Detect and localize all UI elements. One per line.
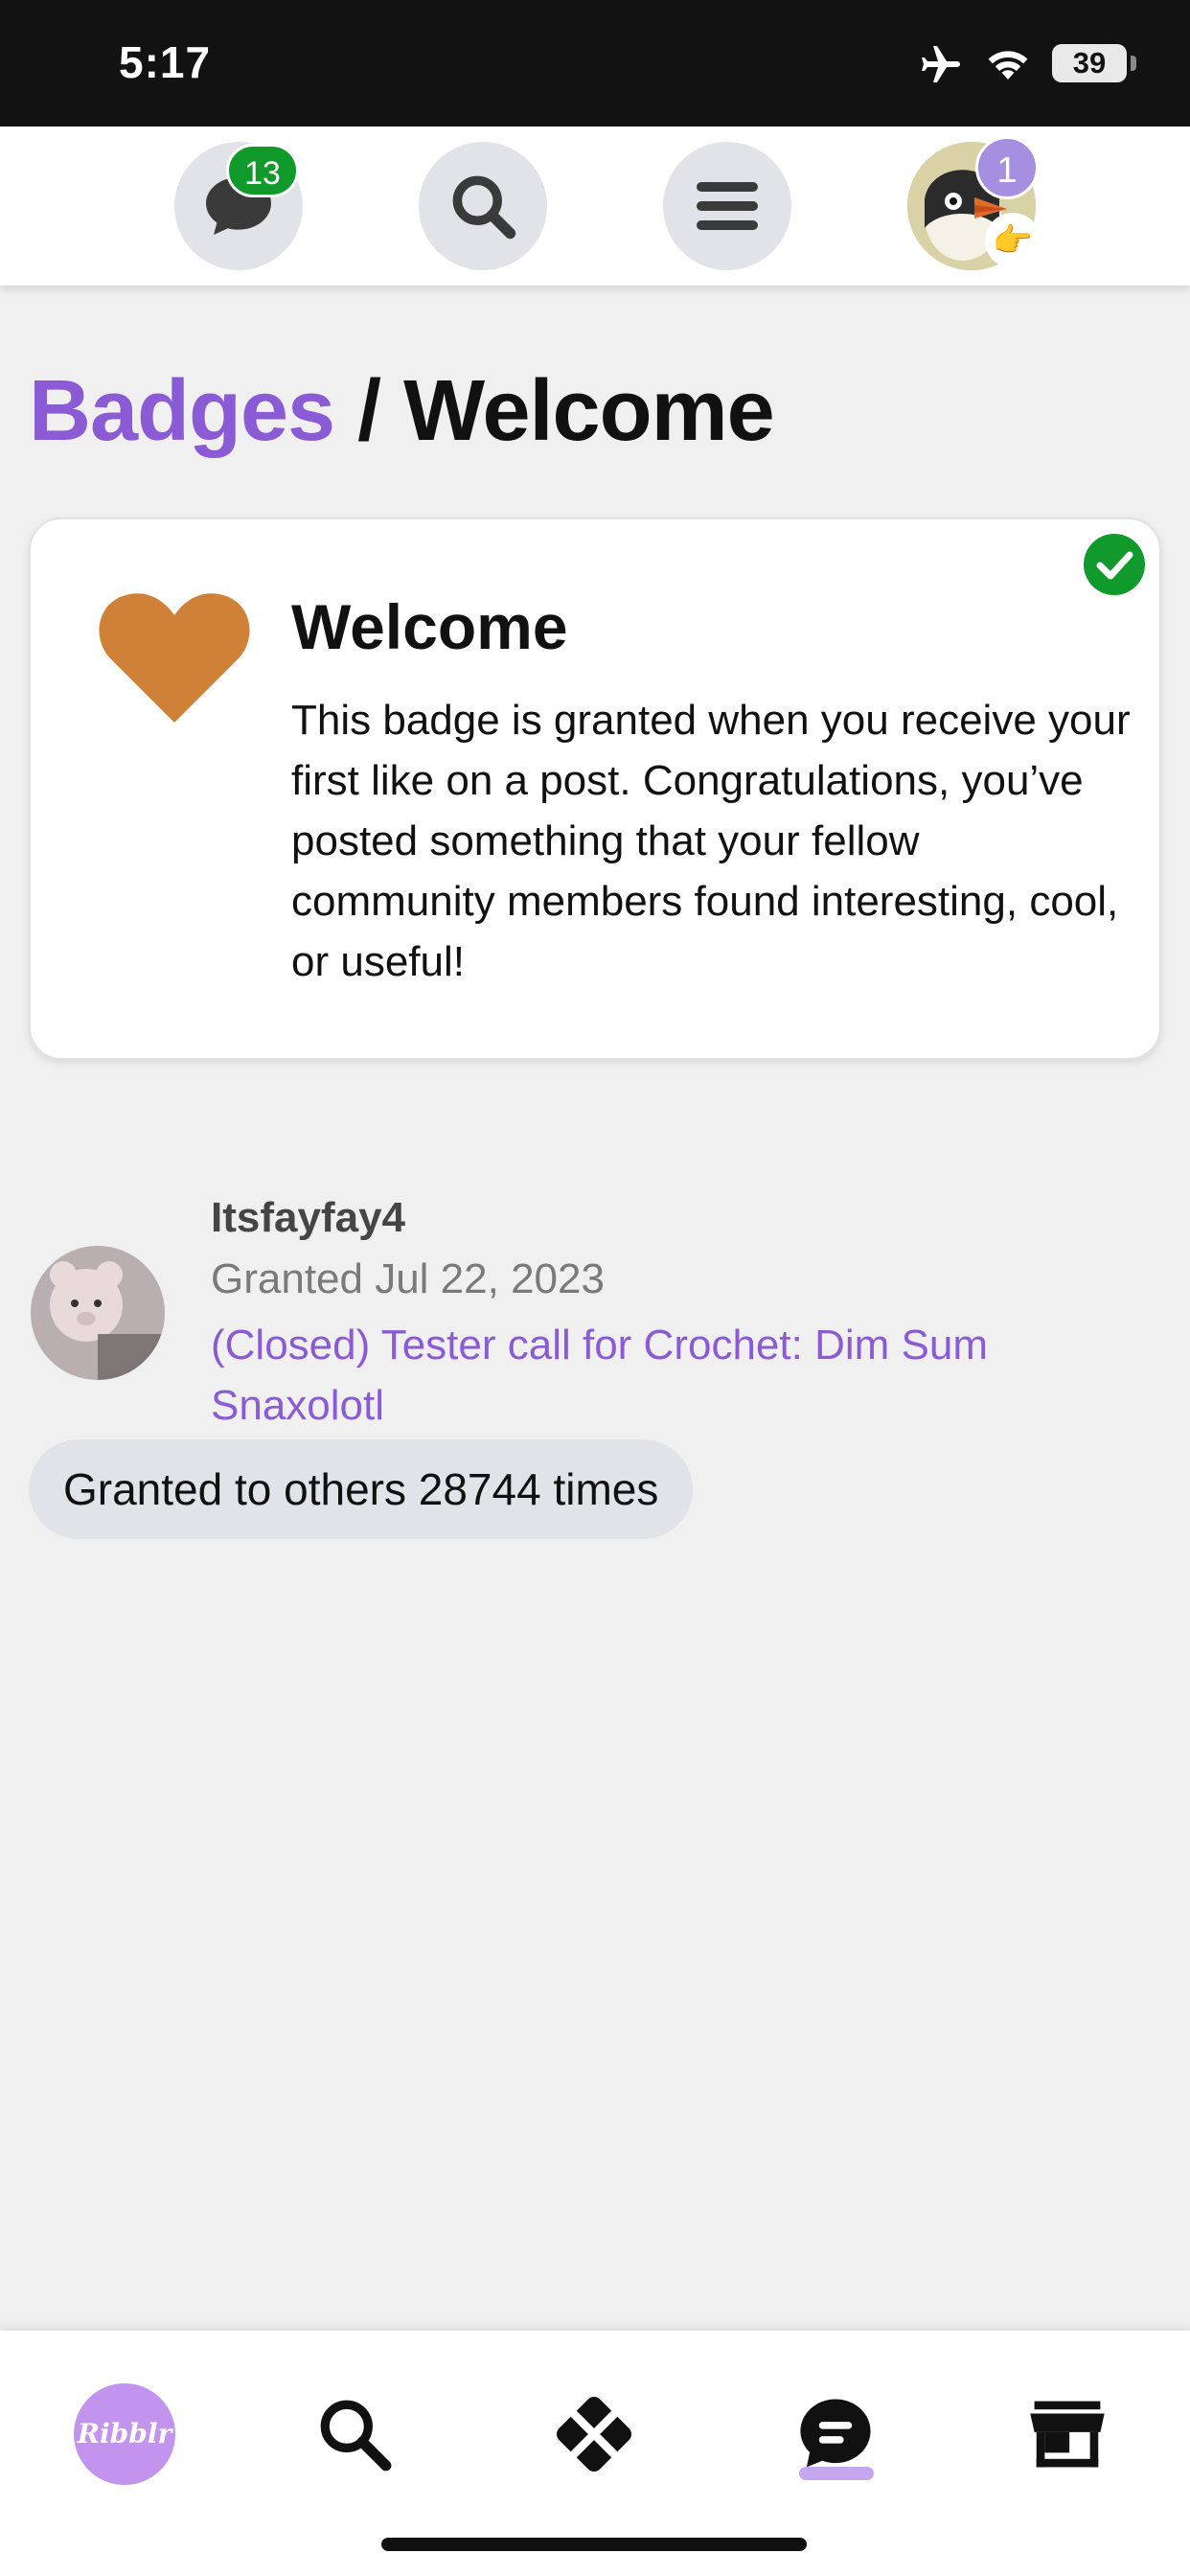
hamburger-menu-icon — [697, 182, 758, 230]
granted-post-link[interactable]: (Closed) Tester call for Crochet: Dim Su… — [211, 1315, 1131, 1436]
ribblr-logo-icon: Ribblr — [74, 2383, 175, 2485]
battery-nub — [1131, 56, 1136, 71]
menu-button[interactable] — [663, 142, 791, 270]
badge-card: Welcome This badge is granted when you r… — [29, 518, 1161, 1060]
home-indicator — [381, 2538, 807, 2551]
airplane-mode-icon — [922, 46, 960, 82]
tab-home[interactable]: Ribblr — [67, 2377, 182, 2492]
search-icon — [452, 175, 516, 240]
granted-to-others-button[interactable]: Granted to others 28744 times — [29, 1439, 694, 1539]
page-title: Badges / Welcome — [29, 362, 775, 461]
breadcrumb-badges-link[interactable]: Badges — [29, 363, 335, 459]
search-button[interactable] — [419, 142, 547, 270]
granted-date: Granted Jul 22, 2023 — [211, 1255, 605, 1302]
status-time: 5:17 — [119, 37, 212, 87]
notification-count-badge: 1 — [975, 136, 1039, 199]
shop-storefront-icon — [1030, 2401, 1105, 2468]
user-avatar-image — [31, 1246, 165, 1380]
badge-description: This badge is granted when you receive y… — [291, 697, 1131, 985]
status-bar: 5:17 39 — [0, 0, 1190, 126]
active-tab-indicator — [799, 2467, 874, 2480]
username-link[interactable]: Itsfayfay4 — [211, 1194, 405, 1242]
community-chat-icon — [800, 2399, 871, 2468]
tab-patterns[interactable] — [537, 2377, 652, 2492]
battery-level: 39 — [1052, 44, 1127, 82]
badge-title: Welcome — [291, 591, 568, 662]
pointing-hand-icon: 👉 — [985, 213, 1041, 268]
tab-shop[interactable] — [1010, 2377, 1125, 2492]
heart-icon — [99, 593, 250, 723]
wifi-icon — [988, 51, 1028, 80]
search-icon — [320, 2400, 392, 2472]
user-avatar[interactable] — [31, 1246, 165, 1380]
tab-search[interactable] — [297, 2377, 412, 2492]
pattern-diamond-icon — [556, 2396, 632, 2472]
granted-check-icon — [1084, 534, 1145, 595]
chat-count-badge: 13 — [226, 144, 299, 197]
breadcrumb-separator: / — [357, 363, 381, 459]
breadcrumb-current: Welcome — [403, 363, 774, 459]
